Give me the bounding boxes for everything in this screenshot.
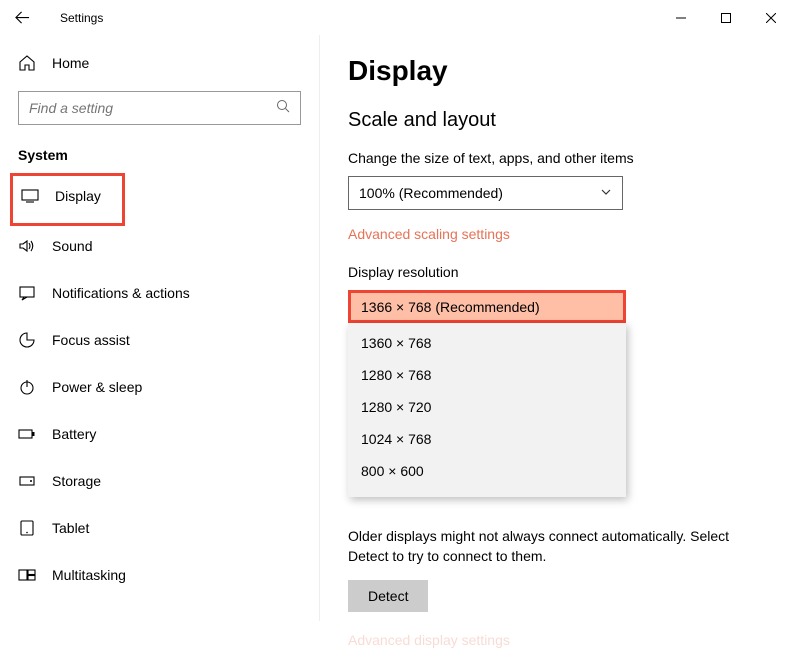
sidebar-item-multitasking[interactable]: Multitasking: [0, 555, 319, 595]
nav-home[interactable]: Home: [0, 43, 319, 83]
sidebar-item-battery[interactable]: Battery: [0, 414, 319, 454]
chevron-down-icon: [600, 185, 612, 201]
titlebar: Settings: [0, 0, 793, 35]
sidebar-item-label: Multitasking: [52, 567, 126, 583]
sidebar-item-label: Power & sleep: [52, 379, 142, 395]
notifications-icon: [18, 284, 36, 302]
detect-button[interactable]: Detect: [348, 580, 428, 612]
arrow-left-icon: [15, 10, 30, 25]
scale-select[interactable]: 100% (Recommended): [348, 176, 623, 210]
search-input[interactable]: [18, 91, 301, 125]
content: Display Scale and layout Change the size…: [320, 35, 793, 621]
resolution-label: Display resolution: [348, 264, 765, 280]
resolution-dropdown: 1360 × 768 1280 × 768 1280 × 720 1024 × …: [348, 323, 626, 497]
page-title: Display: [348, 55, 765, 87]
focus-icon: [18, 331, 36, 349]
search-icon: [276, 99, 290, 118]
home-icon: [18, 54, 36, 72]
sidebar-item-label: Battery: [52, 426, 96, 442]
sidebar-item-tablet[interactable]: Tablet: [0, 508, 319, 548]
sidebar-item-storage[interactable]: Storage: [0, 461, 319, 501]
sidebar: Home System Display Sound Notifications …: [0, 35, 320, 621]
storage-icon: [18, 472, 36, 490]
maximize-button[interactable]: [703, 2, 748, 34]
section-system: System: [0, 137, 319, 173]
advanced-display-link[interactable]: Advanced display settings: [348, 632, 765, 648]
sidebar-item-label: Notifications & actions: [52, 285, 190, 301]
sidebar-item-label: Sound: [52, 238, 92, 254]
size-label: Change the size of text, apps, and other…: [348, 150, 765, 166]
sidebar-item-label: Tablet: [52, 520, 89, 536]
sidebar-item-power[interactable]: Power & sleep: [0, 367, 319, 407]
tablet-icon: [18, 519, 36, 537]
section-scale-title: Scale and layout: [348, 109, 765, 132]
battery-icon: [18, 425, 36, 443]
multitasking-icon: [18, 566, 36, 584]
highlight-resolution: 1366 × 768 (Recommended): [348, 290, 626, 323]
sidebar-item-label: Display: [55, 188, 101, 204]
maximize-icon: [721, 13, 731, 23]
resolution-selected[interactable]: 1366 × 768 (Recommended): [351, 293, 623, 320]
scale-select-value: 100% (Recommended): [359, 185, 503, 201]
app-title: Settings: [60, 11, 103, 25]
resolution-option[interactable]: 800 × 600: [348, 455, 626, 487]
display-icon: [21, 187, 39, 205]
back-button[interactable]: [0, 0, 45, 35]
power-icon: [18, 378, 36, 396]
resolution-option[interactable]: 1280 × 768: [348, 359, 626, 391]
resolution-option[interactable]: 1024 × 768: [348, 423, 626, 455]
nav-home-label: Home: [52, 55, 89, 71]
search-field[interactable]: [29, 100, 276, 116]
sidebar-item-focus[interactable]: Focus assist: [0, 320, 319, 360]
advanced-scaling-link[interactable]: Advanced scaling settings: [348, 226, 765, 242]
detect-help-text: Older displays might not always connect …: [348, 527, 765, 566]
sidebar-item-label: Storage: [52, 473, 101, 489]
minimize-icon: [676, 13, 686, 23]
close-icon: [766, 13, 776, 23]
minimize-button[interactable]: [658, 2, 703, 34]
highlight-display: Display: [10, 173, 125, 226]
resolution-option[interactable]: 1360 × 768: [348, 327, 626, 359]
sound-icon: [18, 237, 36, 255]
sidebar-item-display[interactable]: Display: [13, 176, 122, 216]
sidebar-item-sound[interactable]: Sound: [0, 226, 319, 266]
close-button[interactable]: [748, 2, 793, 34]
resolution-option[interactable]: 1280 × 720: [348, 391, 626, 423]
sidebar-item-label: Focus assist: [52, 332, 130, 348]
sidebar-item-notifications[interactable]: Notifications & actions: [0, 273, 319, 313]
window-controls: [658, 2, 793, 34]
